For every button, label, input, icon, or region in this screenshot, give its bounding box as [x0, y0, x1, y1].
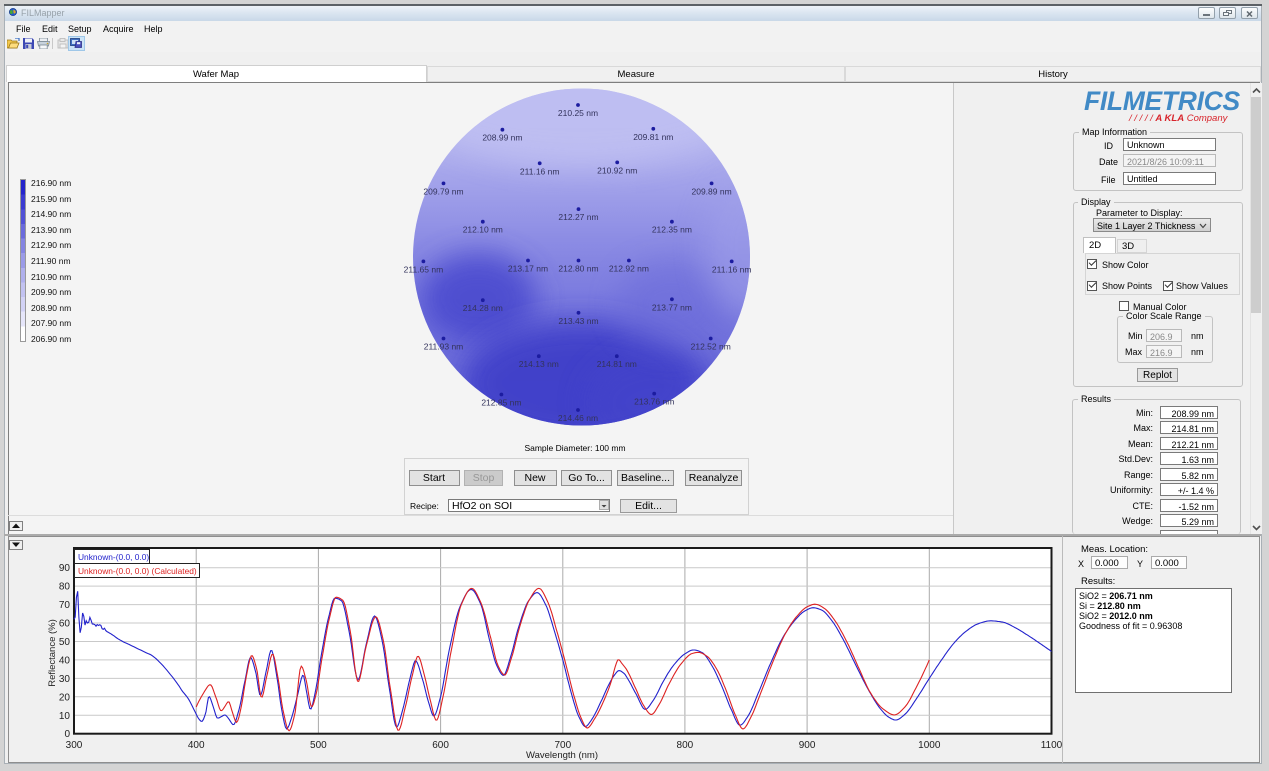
svg-text:Reflectance (%): Reflectance (%)	[47, 619, 58, 687]
svg-text:210.25 nm: 210.25 nm	[558, 108, 598, 118]
svg-text:30: 30	[59, 674, 71, 685]
svg-text:300: 300	[66, 740, 83, 751]
svg-text:Wavelength (nm): Wavelength (nm)	[526, 750, 598, 761]
svg-text:900: 900	[799, 740, 816, 751]
svg-text:211.16 nm: 211.16 nm	[520, 166, 560, 176]
svg-text:400: 400	[188, 740, 205, 751]
svg-text:212.27 nm: 212.27 nm	[558, 212, 598, 222]
svg-text:600: 600	[432, 740, 449, 751]
svg-text:500: 500	[310, 740, 327, 751]
svg-text:800: 800	[677, 740, 694, 751]
svg-text:209.89 nm: 209.89 nm	[692, 186, 732, 196]
svg-text:213.17 nm: 213.17 nm	[508, 264, 548, 274]
svg-text:211.65 nm: 211.65 nm	[404, 264, 444, 274]
svg-text:1100: 1100	[1041, 740, 1063, 751]
svg-text:214.28 nm: 214.28 nm	[463, 303, 503, 313]
svg-text:212.10 nm: 212.10 nm	[463, 225, 503, 235]
svg-text:208.99 nm: 208.99 nm	[482, 133, 522, 143]
svg-text:0: 0	[64, 729, 70, 740]
svg-text:50: 50	[59, 637, 71, 648]
svg-text:1000: 1000	[918, 740, 941, 751]
svg-text:213.77 nm: 213.77 nm	[652, 302, 692, 312]
svg-text:80: 80	[59, 582, 71, 593]
svg-text:212.80 nm: 212.80 nm	[558, 264, 598, 274]
svg-text:214.46 nm: 214.46 nm	[558, 413, 598, 423]
svg-text:214.13 nm: 214.13 nm	[519, 359, 559, 369]
svg-text:209.81 nm: 209.81 nm	[633, 132, 673, 142]
svg-text:213.43 nm: 213.43 nm	[558, 316, 598, 326]
svg-text:40: 40	[59, 655, 71, 666]
svg-text:211.16 nm: 211.16 nm	[712, 264, 752, 274]
svg-text:90: 90	[59, 563, 71, 574]
svg-text:213.76 nm: 213.76 nm	[634, 397, 674, 407]
svg-text:212.92 nm: 212.92 nm	[609, 264, 649, 274]
svg-text:212.52 nm: 212.52 nm	[691, 342, 731, 352]
svg-text:212.85 nm: 212.85 nm	[481, 398, 521, 408]
svg-text:212.35 nm: 212.35 nm	[652, 225, 692, 235]
svg-text:20: 20	[59, 692, 71, 703]
svg-text:209.79 nm: 209.79 nm	[423, 186, 463, 196]
svg-text:70: 70	[59, 600, 71, 611]
svg-text:Unknown-(0.0, 0.0): Unknown-(0.0, 0.0)	[78, 552, 149, 562]
svg-text:60: 60	[59, 619, 71, 630]
svg-text:Unknown-(0.0, 0.0) (Calculated: Unknown-(0.0, 0.0) (Calculated)	[78, 566, 197, 576]
svg-text:10: 10	[59, 711, 71, 722]
svg-text:210.92 nm: 210.92 nm	[597, 165, 637, 175]
svg-text:211.93 nm: 211.93 nm	[424, 342, 464, 352]
svg-text:214.81 nm: 214.81 nm	[597, 359, 637, 369]
